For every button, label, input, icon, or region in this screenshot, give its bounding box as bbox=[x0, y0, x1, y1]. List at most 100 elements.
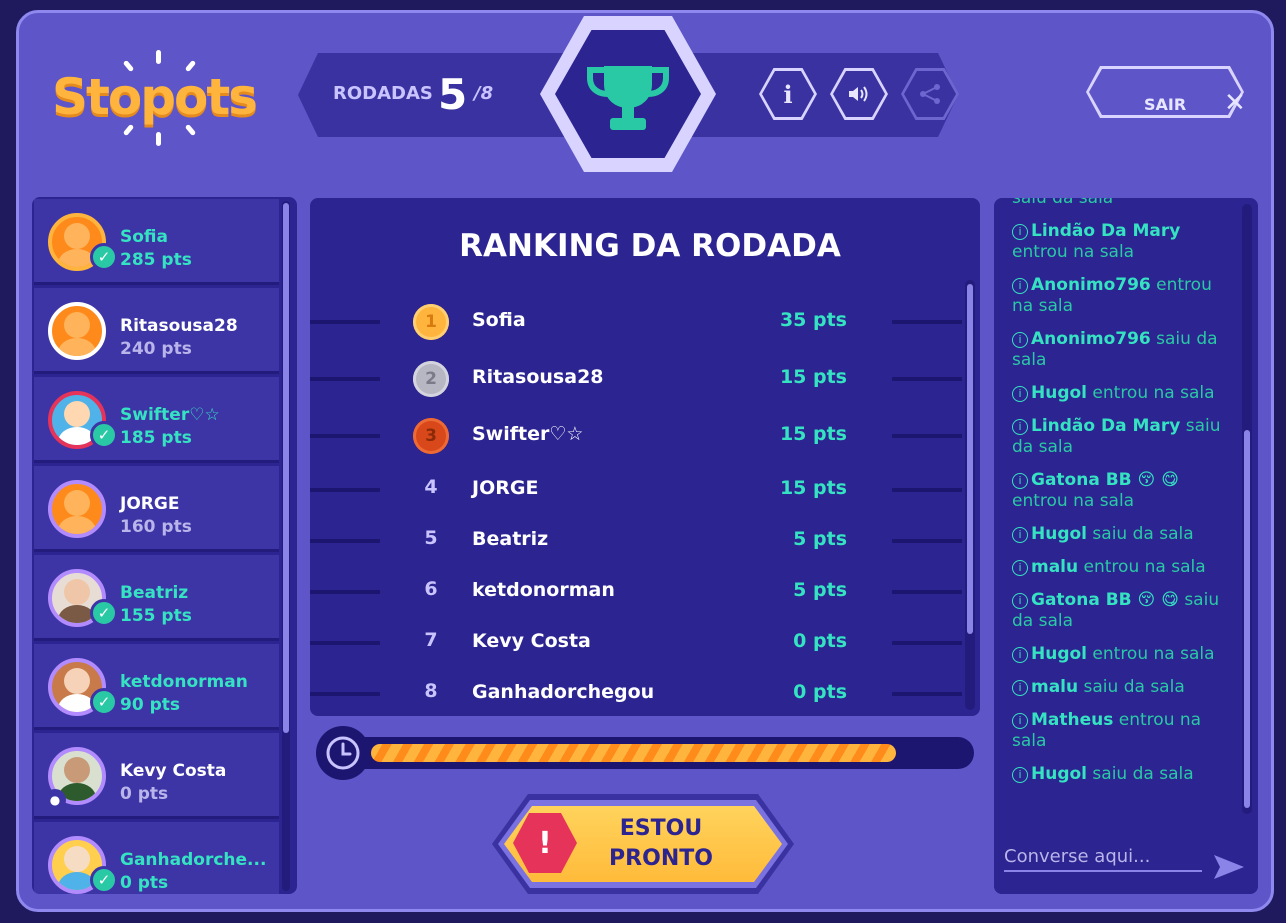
ready-button-label[interactable]: ESTOU PRONTO bbox=[590, 814, 732, 874]
info-icon: i bbox=[1012, 527, 1028, 543]
ready-check-icon: ✓ bbox=[90, 866, 118, 894]
player-points: 155 pts bbox=[120, 606, 192, 626]
player-card: Ritasousa28 240 pts bbox=[34, 288, 279, 374]
info-icon: i bbox=[1012, 680, 1028, 696]
info-icon: i bbox=[1012, 278, 1028, 294]
ranking-row: 2 Ritasousa28 15 pts bbox=[310, 357, 980, 397]
ready-check-icon: ✓ bbox=[90, 421, 118, 449]
ranking-scrollbar-thumb[interactable] bbox=[967, 284, 973, 634]
ranking-position: 5 bbox=[424, 527, 438, 549]
clock-icon bbox=[326, 736, 360, 770]
player-card: ✓ Beatriz 155 pts bbox=[34, 555, 279, 641]
gold-medal-icon: 1 bbox=[413, 304, 449, 340]
player-card: ✓ ketdonorman 90 pts bbox=[34, 644, 279, 730]
player-card: ✓ Sofia 285 pts bbox=[34, 199, 279, 285]
info-icon: i bbox=[1012, 593, 1028, 609]
rounds-total: /8 bbox=[474, 83, 494, 104]
exit-label[interactable]: SAIR bbox=[1144, 95, 1186, 114]
info-icon: i bbox=[1012, 560, 1028, 576]
player-name: Ritasousa28 bbox=[120, 316, 238, 336]
avatar bbox=[48, 480, 106, 538]
player-points: 185 pts bbox=[120, 428, 192, 448]
ranking-points: 15 pts bbox=[779, 366, 847, 388]
chat-text: entrou na sala bbox=[1012, 491, 1135, 511]
ranking-points: 15 pts bbox=[779, 477, 847, 499]
player-name: Kevy Costa bbox=[120, 761, 227, 781]
ranking-row: 5 Beatriz 5 pts bbox=[310, 519, 980, 559]
ready-label-line1[interactable]: ESTOU bbox=[590, 814, 732, 844]
ranking-name: JORGE bbox=[472, 477, 539, 499]
chat-message: saiu da sala bbox=[1012, 198, 1232, 209]
player-name: JORGE bbox=[120, 494, 180, 514]
ready-check-icon: ✓ bbox=[90, 599, 118, 627]
ranking-row: 8 Ganhadorchegou 0 pts bbox=[310, 672, 980, 712]
ranking-row: 4 JORGE 15 pts bbox=[310, 468, 980, 508]
chat-message: i Lindão Da Mary entrou na sala bbox=[1012, 221, 1232, 263]
chat-text: saiu da sala bbox=[1012, 198, 1114, 208]
chat-user: malu bbox=[1031, 677, 1079, 697]
user-icon: ● bbox=[44, 789, 66, 811]
info-icon: i bbox=[1012, 647, 1028, 663]
ranking-position: 4 bbox=[424, 476, 438, 498]
chat-scrollbar-thumb[interactable] bbox=[1244, 430, 1250, 808]
logo-text: Stopots bbox=[52, 68, 258, 126]
chat-user: Anonimo796 bbox=[1031, 329, 1151, 349]
info-icon: i bbox=[1012, 767, 1028, 783]
player-points: 0 pts bbox=[120, 784, 169, 804]
chat-text: entrou na sala bbox=[1092, 383, 1215, 403]
ranking-points: 35 pts bbox=[779, 309, 847, 331]
ranking-panel: RANKING DA RODADA 1 Sofia 35 pts 2 Ritas… bbox=[310, 198, 980, 716]
players-scrollbar-thumb[interactable] bbox=[283, 203, 289, 733]
chat-input[interactable] bbox=[1004, 842, 1202, 872]
chat-message: i Anonimo796 entrou na sala bbox=[1012, 275, 1232, 317]
chat-panel: saiu da sala i Lindão Da Mary entrou na sa… bbox=[994, 198, 1258, 894]
player-name: Ganhadorche... bbox=[120, 850, 267, 870]
chat-input-area bbox=[994, 814, 1258, 894]
ranking-row: 7 Kevy Costa 0 pts bbox=[310, 621, 980, 661]
info-icon: i bbox=[1012, 332, 1028, 348]
stopots-logo: Stopots bbox=[52, 50, 258, 146]
ranking-row: 1 Sofia 35 pts bbox=[310, 300, 980, 340]
silver-medal-icon: 2 bbox=[413, 361, 449, 397]
player-name: Swifter♡☆ bbox=[120, 405, 220, 425]
share-icon bbox=[920, 84, 940, 104]
player-points: 160 pts bbox=[120, 517, 192, 537]
chat-message: i Gatona BB 😚 😋 saiu da sala bbox=[1012, 590, 1232, 632]
chat-user: Anonimo796 bbox=[1031, 275, 1151, 295]
rounds-label: RODADAS bbox=[333, 83, 433, 104]
trophy-icon bbox=[587, 66, 669, 130]
ranking-name: Kevy Costa bbox=[472, 630, 591, 652]
ranking-name: Ganhadorchegou bbox=[472, 681, 655, 703]
chat-message: i Hugol saiu da sala bbox=[1012, 524, 1232, 545]
close-icon[interactable]: ✕ bbox=[1224, 88, 1246, 118]
timer-badge bbox=[316, 726, 370, 780]
chat-user: Matheus bbox=[1031, 710, 1114, 730]
player-name: ketdonorman bbox=[120, 672, 248, 692]
player-name: Beatriz bbox=[120, 583, 189, 603]
chat-message: i malu saiu da sala bbox=[1012, 677, 1232, 698]
ranking-points: 15 pts bbox=[779, 423, 847, 445]
ranking-name: Ritasousa28 bbox=[472, 366, 604, 388]
ranking-points: 0 pts bbox=[793, 630, 847, 652]
chat-user: Hugol bbox=[1031, 644, 1088, 664]
chat-text: saiu da sala bbox=[1092, 524, 1194, 544]
player-card: ✓ Swifter♡☆ 185 pts bbox=[34, 377, 279, 463]
ranking-row: 6 ketdonorman 5 pts bbox=[310, 570, 980, 610]
chat-user: Hugol bbox=[1031, 383, 1088, 403]
chat-user: Hugol bbox=[1031, 764, 1088, 784]
player-points: 285 pts bbox=[120, 250, 192, 270]
chat-user: malu bbox=[1031, 557, 1079, 577]
chat-message: i Anonimo796 saiu da sala bbox=[1012, 329, 1232, 371]
ranking-row: 3 Swifter♡☆ 15 pts bbox=[310, 414, 980, 454]
ready-check-icon: ✓ bbox=[90, 688, 118, 716]
ranking-name: Beatriz bbox=[472, 528, 549, 550]
chat-message: i Matheus entrou na sala bbox=[1012, 710, 1232, 752]
chat-message: i malu entrou na sala bbox=[1012, 557, 1232, 578]
timer-progress bbox=[371, 744, 896, 762]
avatar bbox=[48, 302, 106, 360]
send-icon[interactable] bbox=[1212, 852, 1246, 882]
ranking-position: 6 bbox=[424, 578, 438, 600]
chat-user: Lindão Da Mary bbox=[1031, 221, 1181, 241]
ready-label-line2[interactable]: PRONTO bbox=[590, 844, 732, 874]
chat-text: saiu da sala bbox=[1092, 764, 1194, 784]
